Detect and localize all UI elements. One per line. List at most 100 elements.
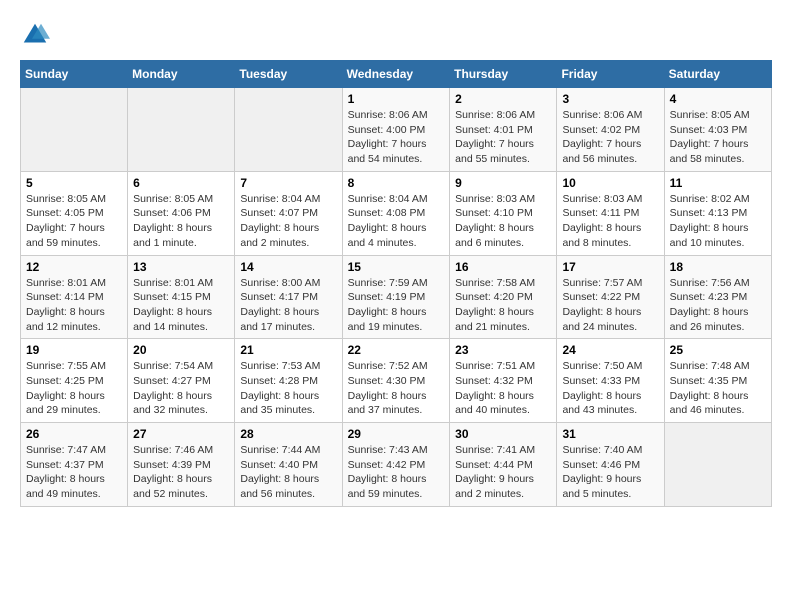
calendar-cell: 16 Sunrise: 7:58 AM Sunset: 4:20 PM Dayli… [450, 255, 557, 339]
day-number: 2 [455, 92, 551, 106]
calendar-cell: 23Sunrise: 7:51 AM Sunset: 4:32 PM Dayli… [450, 339, 557, 423]
day-info: Sunrise: 7:57 AM Sunset: 4:22 PM Dayligh… [562, 276, 658, 335]
calendar-cell: 5 Sunrise: 8:05 AM Sunset: 4:05 PM Daylig… [21, 171, 128, 255]
day-info: Sunrise: 8:05 AM Sunset: 4:03 PM Dayligh… [670, 108, 766, 167]
calendar-cell: 3Sunrise: 8:06 AM Sunset: 4:02 PM Daylig… [557, 88, 664, 172]
calendar-week-row: 5 Sunrise: 8:05 AM Sunset: 4:05 PM Daylig… [21, 171, 772, 255]
day-number: 8 [348, 176, 445, 190]
day-info: Sunrise: 7:58 AM Sunset: 4:20 PM Dayligh… [455, 276, 551, 335]
day-info: Sunrise: 7:50 AM Sunset: 4:33 PM Dayligh… [562, 359, 658, 418]
day-number: 10 [562, 176, 658, 190]
calendar-week-row: 26 Sunrise: 7:47 AM Sunset: 4:37 PM Dayli… [21, 423, 772, 507]
calendar-cell [128, 88, 235, 172]
day-number: 22 [348, 343, 445, 357]
day-number: 14 [240, 260, 336, 274]
calendar-cell [235, 88, 342, 172]
calendar-week-row: 12 Sunrise: 8:01 AM Sunset: 4:14 PM Dayli… [21, 255, 772, 339]
day-info: Sunrise: 8:01 AM Sunset: 4:14 PM Dayligh… [26, 276, 122, 335]
calendar-cell: 14 Sunrise: 8:00 AM Sunset: 4:17 PM Dayli… [235, 255, 342, 339]
day-info: Sunrise: 7:47 AM Sunset: 4:37 PM Dayligh… [26, 443, 122, 502]
calendar-cell: 29 Sunrise: 7:43 AM Sunset: 4:42 PM Dayli… [342, 423, 450, 507]
calendar-cell: 28 Sunrise: 7:44 AM Sunset: 4:40 PM Dayli… [235, 423, 342, 507]
weekday-header-row: SundayMondayTuesdayWednesdayThursdayFrid… [21, 61, 772, 88]
day-number: 30 [455, 427, 551, 441]
day-number: 18 [670, 260, 766, 274]
calendar-cell: 22 Sunrise: 7:52 AM Sunset: 4:30 PM Dayli… [342, 339, 450, 423]
day-info: Sunrise: 7:43 AM Sunset: 4:42 PM Dayligh… [348, 443, 445, 502]
day-number: 28 [240, 427, 336, 441]
calendar-cell [21, 88, 128, 172]
day-info: Sunrise: 8:05 AM Sunset: 4:05 PM Dayligh… [26, 192, 122, 251]
day-number: 29 [348, 427, 445, 441]
calendar-cell: 27Sunrise: 7:46 AM Sunset: 4:39 PM Dayli… [128, 423, 235, 507]
day-info: Sunrise: 8:02 AM Sunset: 4:13 PM Dayligh… [670, 192, 766, 251]
day-info: Sunrise: 8:04 AM Sunset: 4:08 PM Dayligh… [348, 192, 445, 251]
calendar-cell: 7Sunrise: 8:04 AM Sunset: 4:07 PM Daylig… [235, 171, 342, 255]
day-number: 15 [348, 260, 445, 274]
day-number: 9 [455, 176, 551, 190]
day-info: Sunrise: 8:06 AM Sunset: 4:00 PM Dayligh… [348, 108, 445, 167]
weekday-header-sunday: Sunday [21, 61, 128, 88]
calendar-week-row: 1 Sunrise: 8:06 AM Sunset: 4:00 PM Daylig… [21, 88, 772, 172]
day-info: Sunrise: 8:01 AM Sunset: 4:15 PM Dayligh… [133, 276, 229, 335]
logo [20, 20, 52, 50]
day-info: Sunrise: 8:06 AM Sunset: 4:01 PM Dayligh… [455, 108, 551, 167]
calendar-cell: 15 Sunrise: 7:59 AM Sunset: 4:19 PM Dayli… [342, 255, 450, 339]
calendar-cell: 31Sunrise: 7:40 AM Sunset: 4:46 PM Dayli… [557, 423, 664, 507]
day-info: Sunrise: 7:41 AM Sunset: 4:44 PM Dayligh… [455, 443, 551, 502]
day-info: Sunrise: 8:03 AM Sunset: 4:10 PM Dayligh… [455, 192, 551, 251]
calendar-cell: 24 Sunrise: 7:50 AM Sunset: 4:33 PM Dayli… [557, 339, 664, 423]
calendar-cell: 4Sunrise: 8:05 AM Sunset: 4:03 PM Daylig… [664, 88, 771, 172]
day-number: 1 [348, 92, 445, 106]
day-info: Sunrise: 8:03 AM Sunset: 4:11 PM Dayligh… [562, 192, 658, 251]
calendar-cell: 13 Sunrise: 8:01 AM Sunset: 4:15 PM Dayli… [128, 255, 235, 339]
day-number: 13 [133, 260, 229, 274]
day-number: 3 [562, 92, 658, 106]
calendar-cell: 1 Sunrise: 8:06 AM Sunset: 4:00 PM Daylig… [342, 88, 450, 172]
day-number: 17 [562, 260, 658, 274]
day-number: 19 [26, 343, 122, 357]
calendar-cell: 25 Sunrise: 7:48 AM Sunset: 4:35 PM Dayli… [664, 339, 771, 423]
weekday-header-tuesday: Tuesday [235, 61, 342, 88]
calendar-cell [664, 423, 771, 507]
page-header [20, 20, 772, 50]
calendar-cell: 18Sunrise: 7:56 AM Sunset: 4:23 PM Dayli… [664, 255, 771, 339]
day-info: Sunrise: 8:00 AM Sunset: 4:17 PM Dayligh… [240, 276, 336, 335]
day-info: Sunrise: 7:53 AM Sunset: 4:28 PM Dayligh… [240, 359, 336, 418]
calendar-table: SundayMondayTuesdayWednesdayThursdayFrid… [20, 60, 772, 507]
day-info: Sunrise: 7:48 AM Sunset: 4:35 PM Dayligh… [670, 359, 766, 418]
calendar-cell: 2 Sunrise: 8:06 AM Sunset: 4:01 PM Daylig… [450, 88, 557, 172]
day-info: Sunrise: 7:55 AM Sunset: 4:25 PM Dayligh… [26, 359, 122, 418]
day-info: Sunrise: 7:54 AM Sunset: 4:27 PM Dayligh… [133, 359, 229, 418]
day-number: 25 [670, 343, 766, 357]
weekday-header-monday: Monday [128, 61, 235, 88]
day-number: 21 [240, 343, 336, 357]
day-number: 12 [26, 260, 122, 274]
calendar-cell: 9 Sunrise: 8:03 AM Sunset: 4:10 PM Daylig… [450, 171, 557, 255]
day-info: Sunrise: 7:40 AM Sunset: 4:46 PM Dayligh… [562, 443, 658, 502]
day-number: 20 [133, 343, 229, 357]
calendar-cell: 8 Sunrise: 8:04 AM Sunset: 4:08 PM Daylig… [342, 171, 450, 255]
day-number: 6 [133, 176, 229, 190]
weekday-header-saturday: Saturday [664, 61, 771, 88]
day-info: Sunrise: 7:44 AM Sunset: 4:40 PM Dayligh… [240, 443, 336, 502]
weekday-header-thursday: Thursday [450, 61, 557, 88]
calendar-cell: 19 Sunrise: 7:55 AM Sunset: 4:25 PM Dayli… [21, 339, 128, 423]
calendar-cell: 6Sunrise: 8:05 AM Sunset: 4:06 PM Daylig… [128, 171, 235, 255]
day-info: Sunrise: 7:52 AM Sunset: 4:30 PM Dayligh… [348, 359, 445, 418]
calendar-cell: 20 Sunrise: 7:54 AM Sunset: 4:27 PM Dayli… [128, 339, 235, 423]
day-number: 27 [133, 427, 229, 441]
day-number: 11 [670, 176, 766, 190]
weekday-header-wednesday: Wednesday [342, 61, 450, 88]
calendar-cell: 10 Sunrise: 8:03 AM Sunset: 4:11 PM Dayli… [557, 171, 664, 255]
calendar-cell: 11 Sunrise: 8:02 AM Sunset: 4:13 PM Dayli… [664, 171, 771, 255]
day-number: 24 [562, 343, 658, 357]
calendar-week-row: 19 Sunrise: 7:55 AM Sunset: 4:25 PM Dayli… [21, 339, 772, 423]
day-number: 26 [26, 427, 122, 441]
day-number: 5 [26, 176, 122, 190]
calendar-cell: 12 Sunrise: 8:01 AM Sunset: 4:14 PM Dayli… [21, 255, 128, 339]
day-info: Sunrise: 7:59 AM Sunset: 4:19 PM Dayligh… [348, 276, 445, 335]
weekday-header-friday: Friday [557, 61, 664, 88]
day-number: 16 [455, 260, 551, 274]
day-number: 23 [455, 343, 551, 357]
